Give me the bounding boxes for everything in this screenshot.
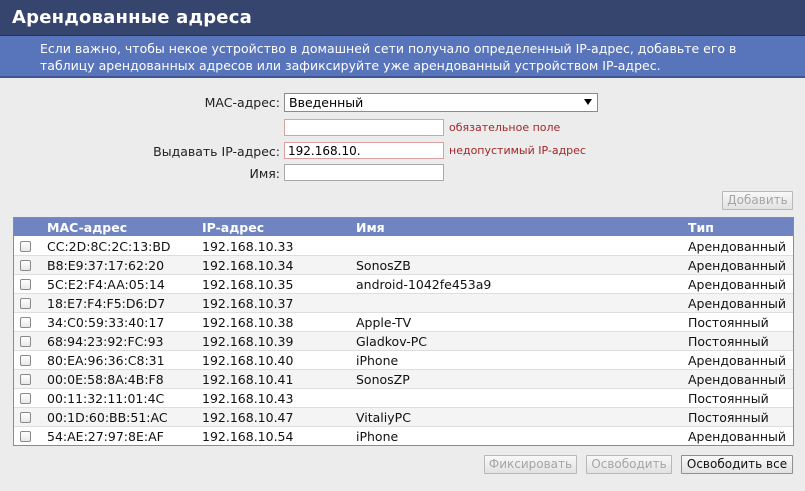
release-button[interactable]: Освободить [586, 455, 672, 474]
cell-name: SonosZB [356, 258, 411, 273]
cell-type: Постоянный [688, 410, 769, 425]
cell-name: SonosZP [356, 372, 410, 387]
cell-type: Постоянный [688, 334, 769, 349]
cell-mac: 00:1D:60:BB:51:AC [47, 410, 168, 425]
cell-name: Gladkov-PC [356, 334, 428, 349]
cell-name: VitaliyPC [356, 410, 411, 425]
cell-ip: 192.168.10.40 [202, 353, 294, 368]
cell-type: Постоянный [688, 391, 769, 406]
table-row[interactable]: 54:AE:27:97:8E:AF 192.168.10.54 iPhone Арен… [14, 427, 793, 445]
cell-ip: 192.168.10.43 [202, 391, 294, 406]
row-checkbox[interactable] [20, 393, 31, 404]
cell-ip: 192.168.10.41 [202, 372, 294, 387]
row-checkbox[interactable] [20, 317, 31, 328]
cell-mac: 80:EA:96:36:C8:31 [47, 353, 165, 368]
table-row[interactable]: 80:EA:96:36:C8:31 192.168.10.40 iPhone Арен… [14, 351, 793, 370]
cell-mac: B8:E9:37:17:62:20 [47, 258, 165, 273]
cell-mac: 00:0E:58:8A:4B:F8 [47, 372, 164, 387]
row-checkbox[interactable] [20, 412, 31, 423]
cell-type: Арендованный [688, 239, 787, 254]
cell-mac: 18:E7:F4:F5:D6:D7 [47, 296, 166, 311]
release-all-button[interactable]: Освободить все [681, 455, 793, 474]
table-header: MAC-адрес IP-адрес Имя Тип [14, 218, 793, 236]
cell-type: Арендованный [688, 296, 787, 311]
cell-ip: 192.168.10.33 [202, 239, 294, 254]
cell-type: Арендованный [688, 429, 787, 444]
row-checkbox[interactable] [20, 431, 31, 442]
ip-label: Выдавать IP-адрес: [153, 144, 280, 159]
mac-input[interactable] [284, 119, 444, 136]
table-row[interactable]: 00:11:32:11:01:4C 192.168.10.43 Постоянный [14, 389, 793, 408]
cell-mac: 68:94:23:92:FC:93 [47, 334, 164, 349]
column-header-ip[interactable]: IP-адрес [202, 220, 264, 235]
ip-invalid-hint: недопустимый IP-адрес [449, 144, 586, 157]
column-header-type[interactable]: Тип [688, 220, 714, 235]
mac-select-value: Введенный [289, 95, 364, 110]
cell-mac: CC:2D:8C:2C:13:BD [47, 239, 171, 254]
cell-type: Постоянный [688, 315, 769, 330]
cell-mac: 00:11:32:11:01:4C [47, 391, 165, 406]
cell-name: iPhone [356, 353, 399, 368]
column-header-name[interactable]: Имя [356, 220, 385, 235]
cell-mac: 54:AE:27:97:8E:AF [47, 429, 164, 444]
table-row[interactable]: 34:C0:59:33:40:17 192.168.10.38 Apple-TV По… [14, 313, 793, 332]
row-checkbox[interactable] [20, 260, 31, 271]
table-row[interactable]: 68:94:23:92:FC:93 192.168.10.39 Gladkov-PC… [14, 332, 793, 351]
table-row[interactable]: 00:0E:58:8A:4B:F8 192.168.10.41 SonosZP Аре… [14, 370, 793, 389]
info-banner: Если важно, чтобы некое устройство в дом… [0, 36, 805, 78]
page-title: Арендованные адреса [12, 7, 252, 28]
table-row[interactable]: CC:2D:8C:2C:13:BD 192.168.10.33 Арендованн… [14, 237, 793, 256]
table-row[interactable]: B8:E9:37:17:62:20 192.168.10.34 SonosZB Аре… [14, 256, 793, 275]
cell-mac: 5C:E2:F4:AA:05:14 [47, 277, 165, 292]
cell-name: Apple-TV [356, 315, 412, 330]
cell-ip: 192.168.10.37 [202, 296, 294, 311]
name-label: Имя: [249, 166, 280, 181]
cell-ip: 192.168.10.54 [202, 429, 294, 444]
cell-ip: 192.168.10.38 [202, 315, 294, 330]
mac-label: MAC-адрес: [204, 95, 280, 110]
cell-ip: 192.168.10.35 [202, 277, 294, 292]
row-checkbox[interactable] [20, 241, 31, 252]
cell-mac: 34:C0:59:33:40:17 [47, 315, 165, 330]
table-row[interactable]: 5C:E2:F4:AA:05:14 192.168.10.35 android-10… [14, 275, 793, 294]
table-row[interactable]: 00:1D:60:BB:51:AC 192.168.10.47 VitaliyPC П… [14, 408, 793, 427]
cell-ip: 192.168.10.47 [202, 410, 294, 425]
name-input[interactable] [284, 164, 444, 181]
row-checkbox[interactable] [20, 298, 31, 309]
cell-type: Арендованный [688, 258, 787, 273]
row-checkbox[interactable] [20, 355, 31, 366]
ip-input[interactable] [284, 142, 444, 159]
cell-type: Арендованный [688, 372, 787, 387]
fix-button[interactable]: Фиксировать [484, 455, 577, 474]
chevron-down-icon [584, 99, 592, 105]
row-checkbox[interactable] [20, 279, 31, 290]
cell-ip: 192.168.10.39 [202, 334, 294, 349]
row-checkbox[interactable] [20, 374, 31, 385]
info-text: Если важно, чтобы некое устройство в дом… [40, 41, 737, 73]
cell-type: Арендованный [688, 353, 787, 368]
title-bar: Арендованные адреса [0, 0, 805, 36]
table-row[interactable]: 18:E7:F4:F5:D6:D7 192.168.10.37 Арендованн… [14, 294, 793, 313]
cell-ip: 192.168.10.34 [202, 258, 294, 273]
column-header-mac[interactable]: MAC-адрес [47, 220, 127, 235]
cell-name: android-1042fe453a9 [356, 277, 492, 292]
cell-name: iPhone [356, 429, 399, 444]
row-checkbox[interactable] [20, 336, 31, 347]
add-button[interactable]: Добавить [722, 191, 793, 210]
mac-select[interactable]: Введенный [284, 93, 598, 112]
cell-type: Арендованный [688, 277, 787, 292]
leases-table: MAC-адрес IP-адрес Имя Тип CC:2D:8C:2C:1… [13, 217, 794, 446]
mac-required-hint: обязательное поле [449, 121, 561, 134]
